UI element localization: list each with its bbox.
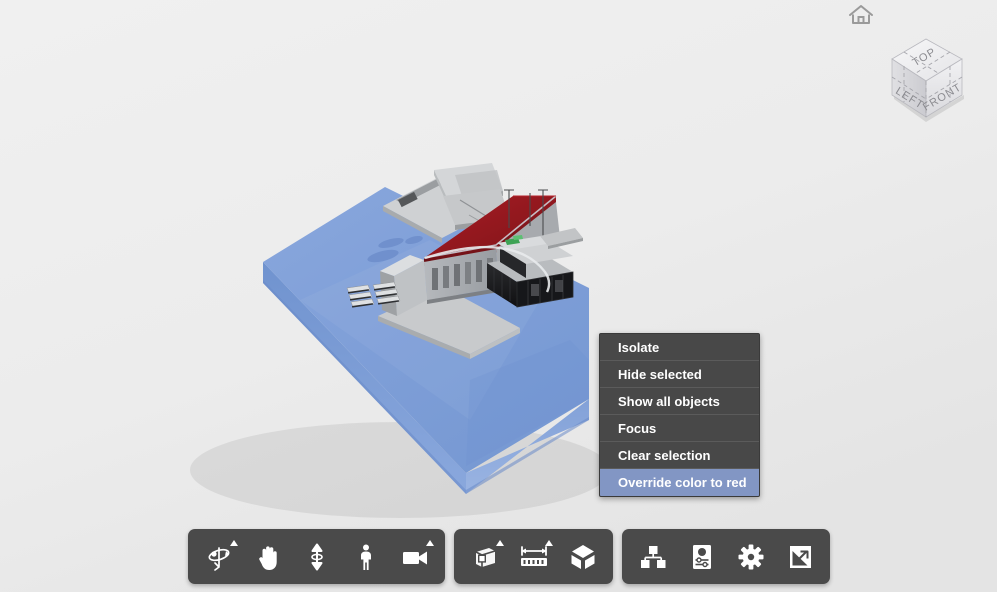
settings-gear-button[interactable] — [726, 533, 775, 580]
panel-tools — [622, 529, 830, 584]
view-cube[interactable]: TOP LEFT FRONT — [880, 33, 972, 129]
menu-item-focus[interactable]: Focus — [600, 415, 759, 442]
menu-item-clear-selection[interactable]: Clear selection — [600, 442, 759, 469]
properties-panel-button[interactable] — [677, 533, 726, 580]
fullscreen-button[interactable] — [775, 533, 824, 580]
measure-button[interactable] — [509, 533, 558, 580]
menu-item-isolate[interactable]: Isolate — [600, 334, 759, 361]
model-tree-button[interactable] — [628, 533, 677, 580]
zoom-button[interactable] — [292, 533, 341, 580]
camera-dropdown-caret[interactable] — [426, 540, 434, 546]
pan-button[interactable] — [243, 533, 292, 580]
orbit-dropdown-caret[interactable] — [230, 540, 238, 546]
bottom-toolbars — [188, 529, 830, 584]
viewer-app: TOP LEFT FRONT Isolate Hide selected Sho… — [0, 0, 997, 592]
model-tools — [454, 529, 613, 584]
explode-button[interactable] — [558, 533, 607, 580]
navigation-tools — [188, 529, 445, 584]
camera-button[interactable] — [390, 533, 439, 580]
menu-item-show-all-objects[interactable]: Show all objects — [600, 388, 759, 415]
context-menu[interactable]: Isolate Hide selected Show all objects F… — [599, 333, 760, 497]
3d-viewport[interactable] — [0, 0, 997, 592]
section-dropdown-caret[interactable] — [496, 540, 504, 546]
walk-button[interactable] — [341, 533, 390, 580]
section-box-button[interactable] — [460, 533, 509, 580]
menu-item-hide-selected[interactable]: Hide selected — [600, 361, 759, 388]
home-icon[interactable] — [848, 3, 874, 27]
measure-dropdown-caret[interactable] — [545, 540, 553, 546]
orbit-button[interactable] — [194, 533, 243, 580]
menu-item-override-color-to-red[interactable]: Override color to red — [600, 469, 759, 496]
